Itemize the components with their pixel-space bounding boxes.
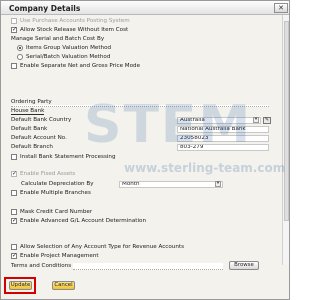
enable-fixed-assets-checkbox[interactable] <box>11 170 17 177</box>
enable-advanced-gl-label: Enable Advanced G/L Account Determinatio… <box>20 218 146 224</box>
serial-batch-valuation-radio[interactable] <box>17 54 23 60</box>
items-group-valuation-option[interactable]: Items Group Valuation Method <box>17 45 167 52</box>
company-details-window: Company Details ✕ Use Purchase Accounts … <box>0 0 290 300</box>
separate-net-gross-label: Enable Separate Net and Gross Price Mode <box>20 63 141 69</box>
allow-selection-revenue-checkbox[interactable] <box>11 244 17 250</box>
allow-stock-release-checkbox[interactable] <box>11 26 17 33</box>
enable-advanced-gl-checkbox[interactable] <box>11 217 17 224</box>
default-bank-field[interactable]: National Australia Bank <box>177 126 269 133</box>
terms-conditions-label: Terms and Conditions <box>11 263 72 269</box>
enable-multiple-branches-checkbox[interactable] <box>11 190 17 196</box>
enable-fixed-assets-label: Enable Fixed Assets <box>20 171 76 177</box>
house-bank-label: House Bank <box>11 108 45 115</box>
allow-selection-revenue-option[interactable]: Allow Selection of Any Account Type for … <box>11 244 271 251</box>
enable-project-management-checkbox[interactable] <box>11 252 17 259</box>
scrollbar-thumb[interactable] <box>284 21 289 221</box>
lookup-icon[interactable]: ✎ <box>263 117 271 124</box>
enable-multiple-branches-label: Enable Multiple Branches <box>20 190 91 196</box>
serial-batch-valuation-label: Serial/Batch Valuation Method <box>26 54 111 60</box>
default-bank-country-label: Default Bank Country <box>11 117 72 123</box>
default-bank-country-field[interactable]: Australia <box>177 117 261 124</box>
default-bank-label: Default Bank <box>11 126 48 132</box>
use-purchase-posting-label: Use Purchase Accounts Posting System <box>20 18 130 24</box>
cancel-button[interactable]: Cancel <box>52 281 75 290</box>
mask-credit-card-option[interactable]: Mask Credit Card Number <box>11 209 211 216</box>
serial-batch-valuation-option[interactable]: Serial/Batch Valuation Method <box>17 54 167 61</box>
enable-multiple-branches-option[interactable]: Enable Multiple Branches <box>11 190 211 197</box>
terms-conditions-field[interactable] <box>73 263 223 270</box>
window-title: Company Details <box>9 4 81 13</box>
allow-selection-revenue-label: Allow Selection of Any Account Type for … <box>20 244 184 250</box>
enable-fixed-assets-option[interactable]: Enable Fixed Assets <box>11 170 211 178</box>
browse-button[interactable]: Browse <box>229 261 259 270</box>
mask-credit-card-label: Mask Credit Card Number <box>20 209 93 215</box>
title-bar[interactable]: Company Details ✕ <box>1 1 289 15</box>
enable-project-management-label: Enable Project Management <box>20 253 99 259</box>
chevron-down-icon[interactable]: ▾ <box>253 117 259 123</box>
enable-advanced-gl-option[interactable]: Enable Advanced G/L Account Determinatio… <box>11 217 231 225</box>
update-button-highlight <box>4 277 36 294</box>
use-purchase-posting-checkbox[interactable] <box>11 18 17 24</box>
install-bank-statement-checkbox[interactable] <box>11 154 17 160</box>
manage-serial-batch-label: Manage Serial and Batch Cost By <box>11 36 105 42</box>
calc-depreciation-select[interactable]: Month <box>119 181 223 188</box>
allow-stock-release-option[interactable]: Allow Stock Release Without Item Cost <box>11 26 211 34</box>
allow-stock-release-label: Allow Stock Release Without Item Cost <box>20 27 129 33</box>
default-branch-field[interactable]: 803-279 <box>177 144 269 151</box>
close-button[interactable]: ✕ <box>274 3 288 13</box>
separate-net-gross-option[interactable]: Enable Separate Net and Gross Price Mode <box>11 63 211 70</box>
install-bank-statement-option[interactable]: Install Bank Statement Processing <box>11 154 211 161</box>
ordering-party-field[interactable] <box>11 105 269 107</box>
vertical-scrollbar[interactable] <box>282 15 289 265</box>
items-group-valuation-label: Items Group Valuation Method <box>26 45 112 51</box>
chevron-down-icon[interactable]: ▾ <box>215 181 221 187</box>
default-account-label: Default Account No. <box>11 135 67 141</box>
calc-depreciation-label: Calculate Depreciation By <box>21 181 94 187</box>
mask-credit-card-checkbox[interactable] <box>11 209 17 215</box>
default-branch-label: Default Branch <box>11 144 53 150</box>
separate-net-gross-checkbox[interactable] <box>11 63 17 69</box>
enable-project-management-option[interactable]: Enable Project Management <box>11 252 211 260</box>
default-account-field[interactable]: 23058023 <box>177 135 269 142</box>
use-purchase-posting-option[interactable]: Use Purchase Accounts Posting System <box>11 18 211 25</box>
install-bank-statement-label: Install Bank Statement Processing <box>20 154 116 160</box>
items-group-valuation-radio[interactable] <box>17 45 23 51</box>
